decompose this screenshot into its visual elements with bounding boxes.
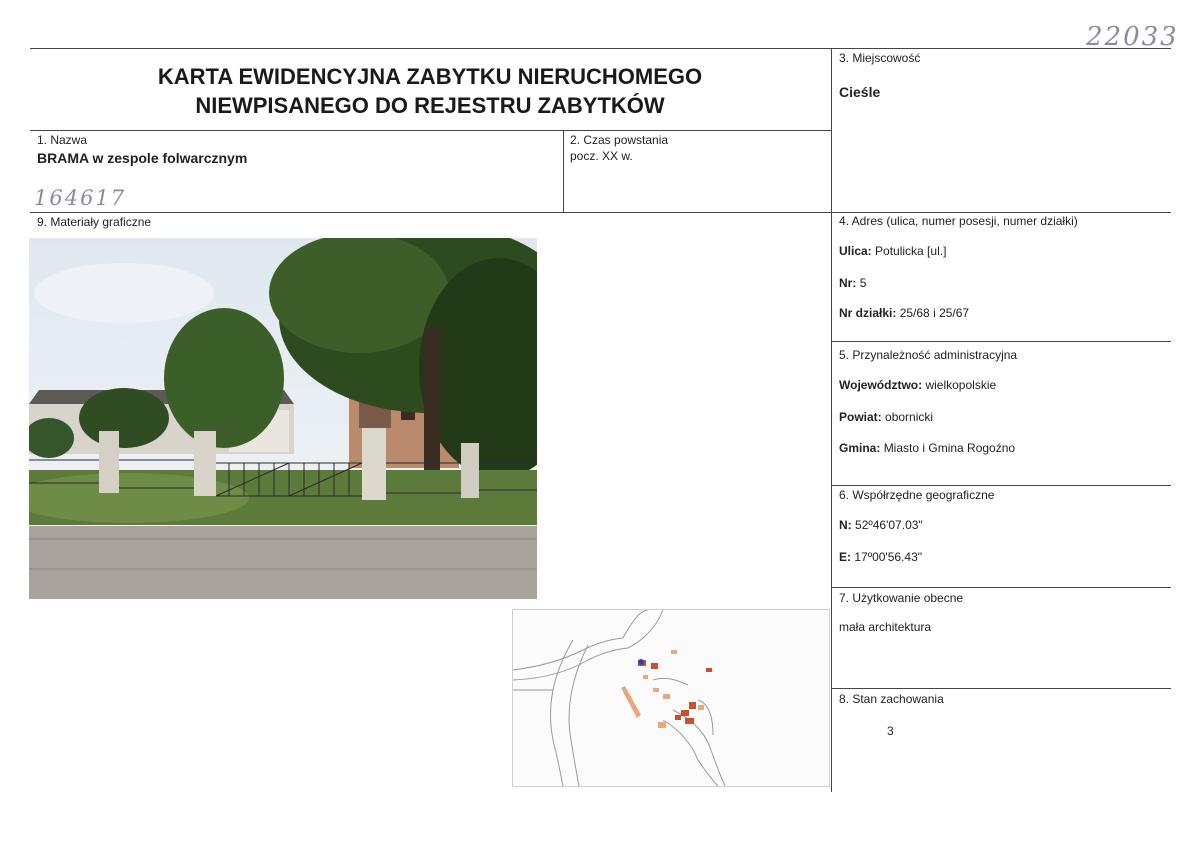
- condition-value: 3: [887, 724, 894, 738]
- title-bottom-rule: [30, 130, 832, 131]
- section-rule-8: [832, 688, 1171, 689]
- commune-value: Miasto i Gmina Rogoźno: [883, 441, 1016, 455]
- name-value: BRAMA w zespole folwarcznym: [37, 150, 248, 166]
- divider-main: [831, 48, 832, 792]
- section-rule-5: [832, 341, 1171, 342]
- plot-number-value: 25/68 i 25/67: [899, 306, 970, 320]
- commune-line: Gmina: Miasto i Gmina Rogoźno: [839, 441, 1015, 455]
- condition-label: 8. Stan zachowania: [839, 692, 944, 706]
- house-number-value: 5: [859, 276, 867, 290]
- voivodeship-key: Województwo:: [839, 378, 923, 392]
- house-number-key: Nr:: [839, 276, 857, 290]
- county-value: obornicki: [885, 410, 934, 424]
- street-key: Ulica:: [839, 244, 872, 258]
- latitude-line: N: 52º46'07.03": [839, 518, 923, 532]
- county-key: Powiat:: [839, 410, 882, 424]
- locality-label: 3. Miejscowość: [839, 51, 921, 65]
- longitude-value: 17º00'56.43": [854, 550, 923, 564]
- county-line: Powiat: obornicki: [839, 410, 933, 424]
- card-title: KARTA EWIDENCYJNA ZABYTKU NIERUCHOMEGO N…: [30, 62, 830, 120]
- section-rule-9: [30, 212, 1171, 213]
- card-title-line2: NIEWPISANEGO DO REJESTRU ZABYTKÓW: [195, 93, 665, 118]
- administrative-label: 5. Przynależność administracyjna: [839, 348, 1018, 362]
- plot-number-key: Nr działki:: [839, 306, 897, 320]
- address-label: 4. Adres (ulica, numer posesji, numer dz…: [839, 214, 1078, 228]
- gate-photo-image: [29, 238, 537, 599]
- name-label: 1. Nazwa: [37, 133, 88, 147]
- top-rule: [30, 48, 1171, 49]
- voivodeship-line: Województwo: wielkopolskie: [839, 378, 996, 392]
- plot-number-line: Nr działki: 25/68 i 25/67: [839, 306, 969, 320]
- monument-photo: [29, 238, 537, 599]
- current-use-label: 7. Użytkowanie obecne: [839, 591, 964, 605]
- latitude-value: 52º46'07.03": [855, 518, 923, 532]
- longitude-key: E:: [839, 550, 851, 564]
- voivodeship-value: wielkopolskie: [925, 378, 997, 392]
- section-rule-6: [832, 485, 1171, 486]
- location-map: [512, 609, 830, 787]
- graphic-materials-label: 9. Materiały graficzne: [37, 215, 152, 229]
- card-title-line1: KARTA EWIDENCYJNA ZABYTKU NIERUCHOMEGO: [157, 64, 703, 89]
- creation-time-label: 2. Czas powstania: [570, 133, 669, 147]
- commune-key: Gmina:: [839, 441, 881, 455]
- current-use-value: mała architektura: [839, 620, 932, 634]
- coordinates-label: 6. Współrzędne geograficzne: [839, 488, 995, 502]
- street-line: Ulica: Potulicka [ul.]: [839, 244, 946, 258]
- creation-time-value: pocz. XX w.: [570, 149, 633, 163]
- longitude-line: E: 17º00'56.43": [839, 550, 922, 564]
- location-map-image: [512, 609, 726, 787]
- house-number-line: Nr: 5: [839, 276, 866, 290]
- street-value: Potulicka [ul.]: [875, 244, 947, 258]
- inventory-number-handwritten: 164617: [34, 186, 127, 210]
- divider-1-2: [563, 130, 564, 212]
- locality-value: Cieśle: [839, 84, 881, 100]
- section-rule-7: [832, 587, 1171, 588]
- latitude-key: N:: [839, 518, 852, 532]
